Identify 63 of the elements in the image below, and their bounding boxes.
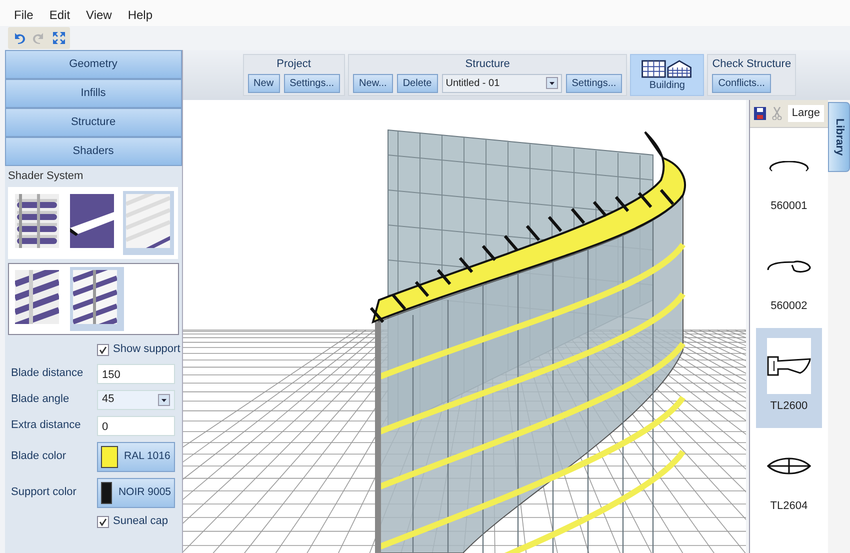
profile-icon	[766, 356, 811, 376]
shader-thumbnail	[73, 270, 117, 324]
nav-button[interactable]: Infills	[5, 79, 182, 108]
ribbon-button[interactable]: Settings...	[566, 74, 622, 92]
field-label: Support color	[11, 485, 78, 500]
shader-thumbnail	[126, 194, 170, 248]
shader-option[interactable]	[70, 266, 124, 330]
color-name: RAL 1016	[124, 448, 170, 464]
profile-icon	[766, 457, 811, 475]
checkbox-label: Show support	[113, 342, 180, 358]
field-label: Extra distance	[11, 418, 82, 434]
dropdown-value: Untitled - 01	[446, 76, 500, 90]
group-title: Check Structure	[712, 57, 792, 72]
profile-icon	[766, 260, 811, 272]
menu-item[interactable]: File	[14, 6, 34, 26]
field-label: Blade angle	[11, 392, 70, 408]
dropdown-value: 45	[102, 392, 114, 408]
ribbon-button[interactable]: Conflicts...	[712, 74, 771, 92]
item-label: 560001	[770, 199, 808, 214]
section-title: Shader System	[7, 169, 84, 184]
nav-button[interactable]: Shaders	[5, 137, 182, 166]
item-label: TL2600	[770, 399, 808, 414]
building-icon	[640, 59, 694, 78]
group-title: Project	[276, 57, 312, 72]
shader-thumbnail	[15, 194, 59, 248]
color-button[interactable]: NOIR 9005	[97, 478, 175, 508]
profile-icon	[768, 160, 809, 172]
shader-option[interactable]	[122, 190, 174, 254]
group-title: Structure	[464, 57, 511, 72]
library-item[interactable]: TL2604	[756, 428, 822, 528]
shader-thumbnail	[70, 194, 114, 248]
nav-button[interactable]: Structure	[5, 108, 182, 137]
field-label: Blade distance	[11, 366, 84, 382]
view-mode-dropdown[interactable]: Large	[788, 105, 824, 122]
fit-view-icon[interactable]	[52, 31, 66, 45]
ribbon-button[interactable]: Delete	[396, 74, 438, 92]
color-button[interactable]: RAL 1016	[97, 442, 175, 472]
save-icon[interactable]	[754, 107, 766, 120]
checkbox-label: Suneal cap	[113, 514, 168, 530]
ribbon-button[interactable]: New	[248, 74, 280, 92]
checkbox[interactable]	[97, 516, 109, 528]
dropdown-field[interactable]: 45	[97, 390, 175, 410]
input-field[interactable]: 0	[97, 416, 175, 436]
item-label: TL2604	[770, 499, 808, 514]
undo-icon[interactable]	[12, 31, 26, 45]
library-tab[interactable]: Library	[828, 102, 850, 172]
menu-item[interactable]: Edit	[49, 6, 70, 26]
color-name: NOIR 9005	[118, 484, 171, 500]
library-item[interactable]: TL2600	[756, 328, 822, 428]
checkbox[interactable]	[97, 344, 109, 356]
input-field[interactable]: 150	[97, 364, 175, 384]
structure-dropdown[interactable]: Untitled - 01	[442, 74, 562, 92]
item-label: 560002	[770, 299, 808, 314]
building-button[interactable]: Building	[630, 54, 704, 96]
menu-item[interactable]: View	[86, 6, 112, 26]
shader-thumbnail	[15, 270, 59, 324]
ribbon-button[interactable]: New...	[353, 74, 393, 92]
nav-button[interactable]: Geometry	[5, 50, 182, 79]
library-item[interactable]: 560001	[756, 128, 822, 228]
ribbon-button[interactable]: Settings...	[284, 74, 340, 92]
menu-item[interactable]: Help	[128, 6, 153, 26]
field-label: Blade color	[11, 449, 68, 464]
library-item[interactable]: 560002	[756, 228, 822, 328]
